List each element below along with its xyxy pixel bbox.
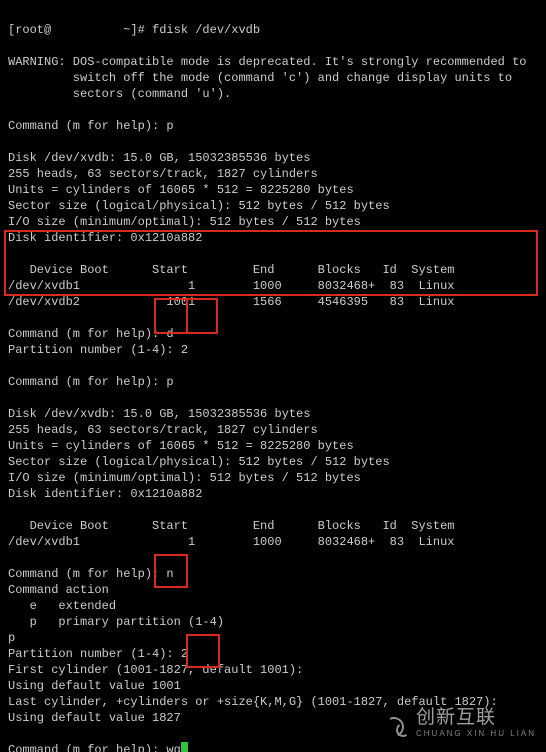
watermark-main: 创新互联 xyxy=(416,710,536,726)
terminal-cursor[interactable] xyxy=(181,742,188,752)
watermark: 创新互联 CHUANG XIN HU LIAN xyxy=(384,710,536,742)
warning-line: switch off the mode (command 'c') and ch… xyxy=(8,71,512,85)
watermark-sub: CHUANG XIN HU LIAN xyxy=(416,726,536,742)
partition-number-prompt: Partition number (1-4): 2 xyxy=(8,647,188,661)
disk-info: 255 heads, 63 sectors/track, 1827 cylind… xyxy=(8,423,318,437)
default-value-line: Using default value 1827 xyxy=(8,711,181,725)
disk-info: I/O size (minimum/optimal): 512 bytes / … xyxy=(8,471,361,485)
disk-info: Sector size (logical/physical): 512 byte… xyxy=(8,199,390,213)
partition-table-header: Device Boot Start End Blocks Id System xyxy=(8,519,454,533)
fdisk-command-p: Command (m for help): p xyxy=(8,119,174,133)
partition-number-prompt: Partition number (1-4): 2 xyxy=(8,343,188,357)
disk-info: Sector size (logical/physical): 512 byte… xyxy=(8,455,390,469)
disk-info: Disk /dev/xvdb: 15.0 GB, 15032385536 byt… xyxy=(8,407,310,421)
prompt-line: [root@ ~]# fdisk /dev/xvdb xyxy=(8,23,260,37)
warning-line: WARNING: DOS-compatible mode is deprecat… xyxy=(8,55,526,69)
disk-info: Disk /dev/xvdb: 15.0 GB, 15032385536 byt… xyxy=(8,151,310,165)
command-action-primary: p primary partition (1-4) xyxy=(8,615,224,629)
default-value-line: Using default value 1001 xyxy=(8,679,181,693)
highlight-box-partition-table-1 xyxy=(4,230,538,296)
highlight-box-n-input xyxy=(154,554,188,588)
disk-info: Disk identifier: 0x1210a882 xyxy=(8,487,202,501)
disk-info: Units = cylinders of 16065 * 512 = 82252… xyxy=(8,439,354,453)
disk-info: 255 heads, 63 sectors/track, 1827 cylind… xyxy=(8,167,318,181)
disk-info: Units = cylinders of 16065 * 512 = 82252… xyxy=(8,183,354,197)
partition-row: /dev/xvdb1 1 1000 8032468+ 83 Linux xyxy=(8,535,454,549)
highlight-box-pnum-2b xyxy=(186,634,220,668)
fdisk-command-n: Command (m for help): n xyxy=(8,567,174,581)
highlight-box-pnum-2a xyxy=(186,298,218,334)
first-cylinder-prompt: First cylinder (1001-1827, default 1001)… xyxy=(8,663,303,677)
command-action-header: Command action xyxy=(8,583,109,597)
command-action-extended: e extended xyxy=(8,599,116,613)
terminal-output: [root@ ~]# fdisk /dev/xvdb WARNING: DOS-… xyxy=(0,0,546,752)
warning-line: sectors (command 'u'). xyxy=(8,87,231,101)
fdisk-command-wq: Command (m for help): wq xyxy=(8,743,181,752)
fdisk-command-d: Command (m for help): d xyxy=(8,327,174,341)
disk-info: I/O size (minimum/optimal): 512 bytes / … xyxy=(8,215,361,229)
watermark-logo-icon xyxy=(384,713,410,739)
highlight-box-d-input xyxy=(154,298,188,334)
partition-type-input: p xyxy=(8,631,15,645)
fdisk-command-p: Command (m for help): p xyxy=(8,375,174,389)
partition-row: /dev/xvdb2 1001 1566 4546395 83 Linux xyxy=(8,295,454,309)
